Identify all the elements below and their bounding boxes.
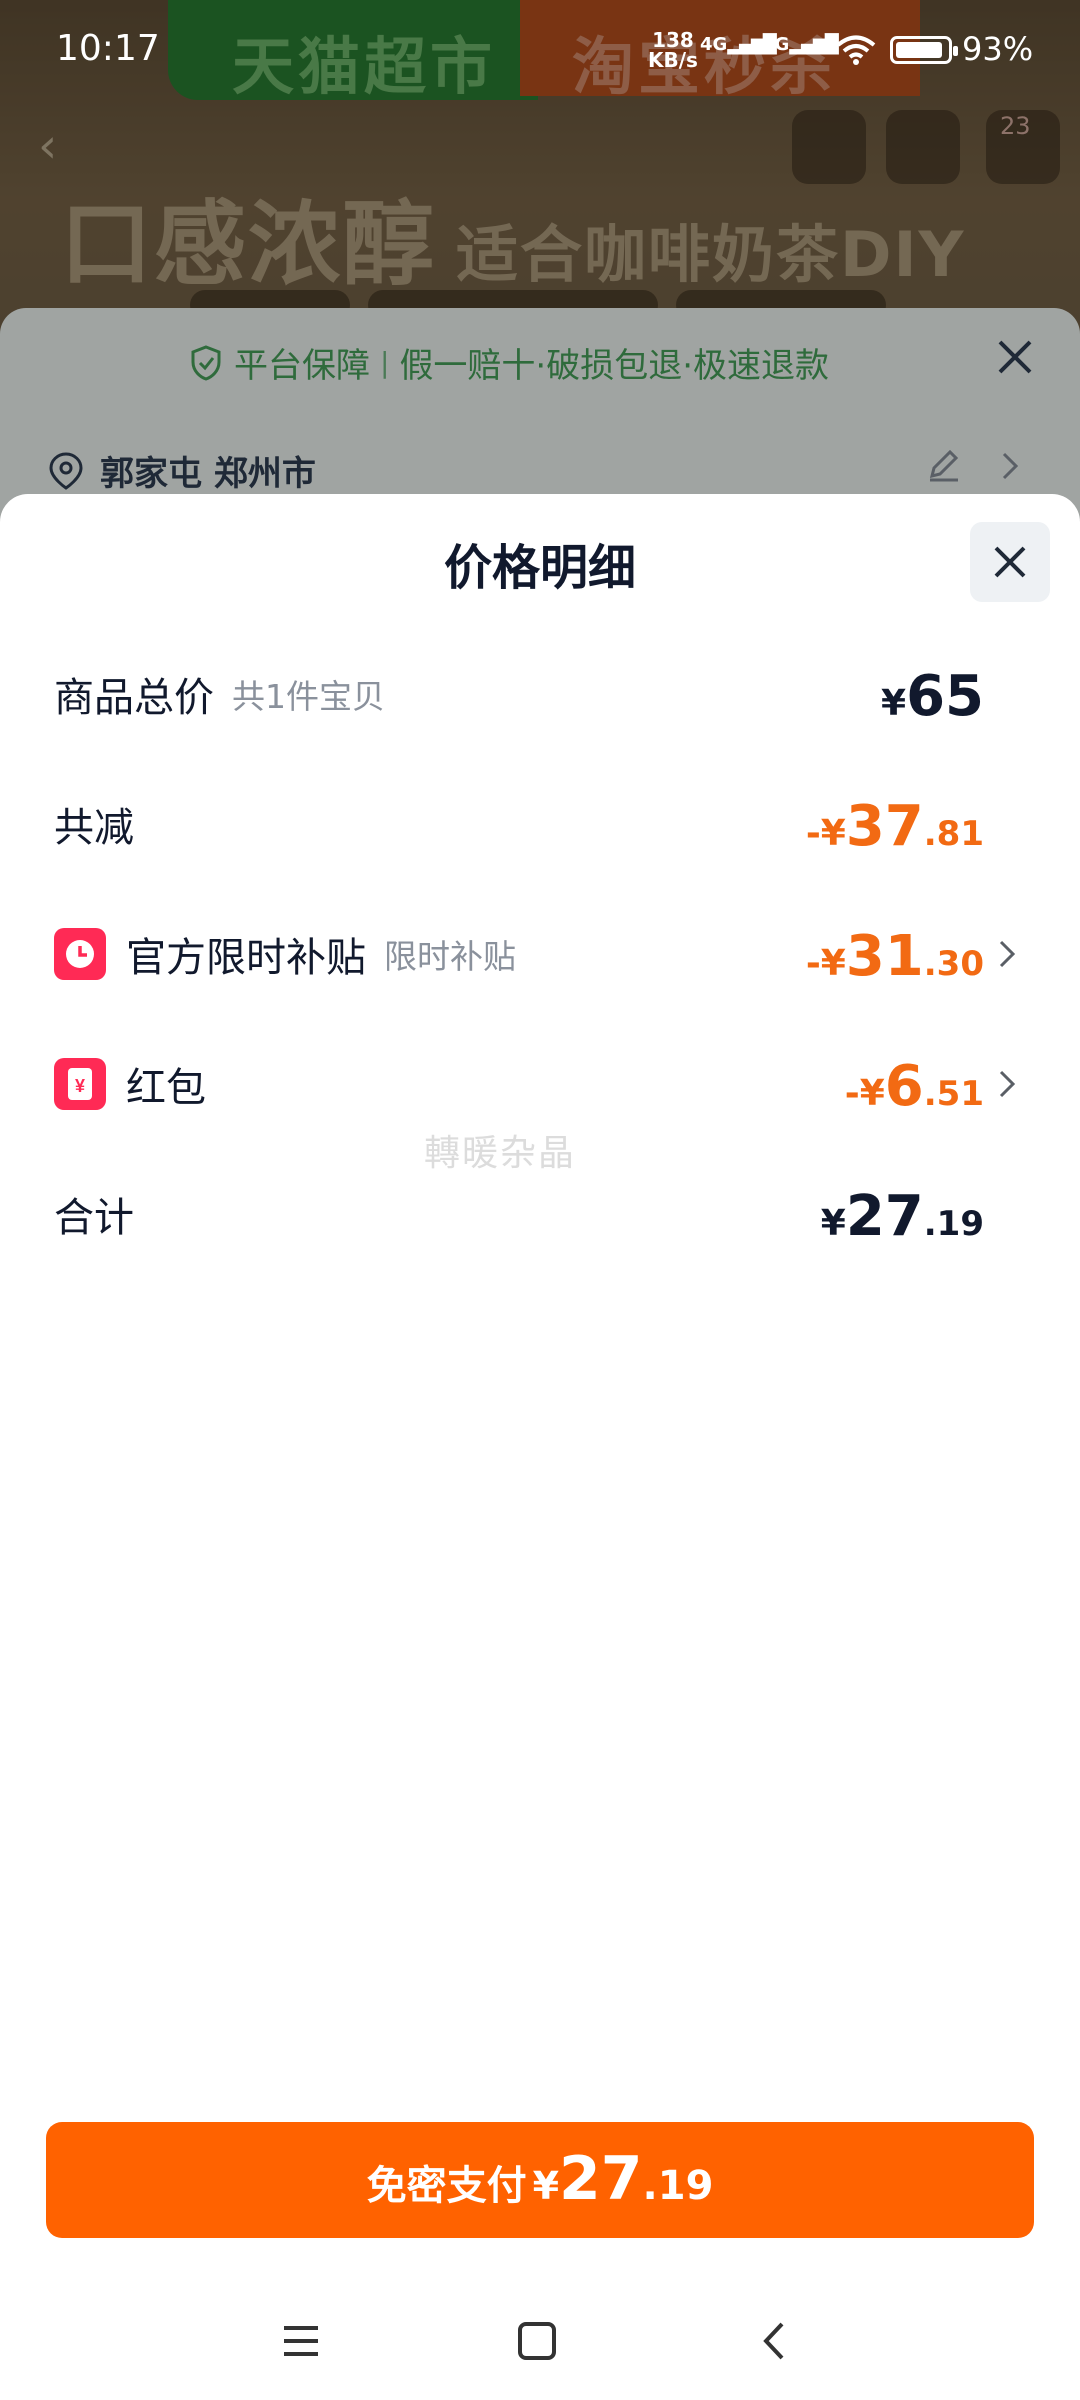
back-icon[interactable]: [752, 2318, 798, 2364]
chevron-right-icon[interactable]: [998, 450, 1022, 482]
delivery-address[interactable]: 郭家屯 郑州市: [48, 446, 316, 495]
row-sublabel: 限时补贴: [384, 937, 516, 976]
grand-total-amount: ¥27.19: [820, 1184, 984, 1249]
wifi-icon: [836, 35, 876, 65]
clock: 10:17: [56, 28, 160, 69]
clock-icon: [54, 928, 106, 980]
menu-icon[interactable]: [278, 2318, 324, 2364]
net-speed: 138 KB/s: [648, 28, 698, 72]
goods-total-amount: ¥65: [881, 664, 984, 729]
row-label: 共减: [54, 805, 134, 851]
row-sublabel: 共1件宝贝: [232, 677, 385, 716]
row-official-subsidy[interactable]: 官方限时补贴 限时补贴 - ¥31.30: [0, 904, 1080, 1004]
row-label: 官方限时补贴: [126, 935, 366, 981]
red-packet-icon: ¥: [54, 1058, 106, 1110]
battery-icon: [890, 36, 958, 64]
status-bar: 10:17 138 KB/s 4G▂▄▆█ 5G▂▄▆█ 93%: [0, 0, 1080, 100]
row-grand-total: 合计 ¥27.19: [0, 1164, 1080, 1264]
system-nav-bar: [0, 2294, 1080, 2400]
svg-text:¥: ¥: [75, 1076, 85, 1096]
chevron-right-icon[interactable]: [996, 1068, 1018, 1100]
total-discount-amount: - ¥37.81: [805, 794, 984, 859]
platform-guarantee: 平台保障 | 假一赔十·破损包退·极速退款: [190, 338, 829, 387]
price-detail-sheet: 价格明细 商品总价 共1件宝贝 ¥65 共减 - ¥37.81 官方限时补贴 限…: [0, 494, 1080, 2400]
close-button[interactable]: [970, 522, 1050, 602]
subsidy-amount: - ¥31.30: [805, 924, 984, 989]
close-icon: [994, 546, 1026, 578]
close-guarantee-icon[interactable]: [990, 332, 1040, 382]
chevron-right-icon[interactable]: [996, 938, 1018, 970]
row-red-packet[interactable]: ¥ 红包 - ¥6.51: [0, 1034, 1080, 1134]
shield-check-icon: [191, 344, 221, 381]
battery-percent: 93%: [962, 30, 1034, 68]
password-free-pay-button[interactable]: 免密支付 ¥ 27 .19: [46, 2122, 1034, 2238]
red-packet-amount: - ¥6.51: [844, 1054, 984, 1119]
signal-5g-icon: 5G▂▄▆█: [762, 34, 839, 55]
row-label: 商品总价: [54, 675, 214, 721]
row-label: 合计: [54, 1195, 134, 1241]
edit-pencil-icon[interactable]: [924, 444, 964, 484]
sheet-title: 价格明细: [443, 540, 636, 596]
home-icon[interactable]: [514, 2318, 560, 2364]
location-pin-icon: [49, 451, 83, 490]
row-label: 红包: [126, 1065, 206, 1111]
row-goods-total: 商品总价 共1件宝贝 ¥65: [0, 644, 1080, 744]
row-total-discount: 共减 - ¥37.81: [0, 774, 1080, 874]
